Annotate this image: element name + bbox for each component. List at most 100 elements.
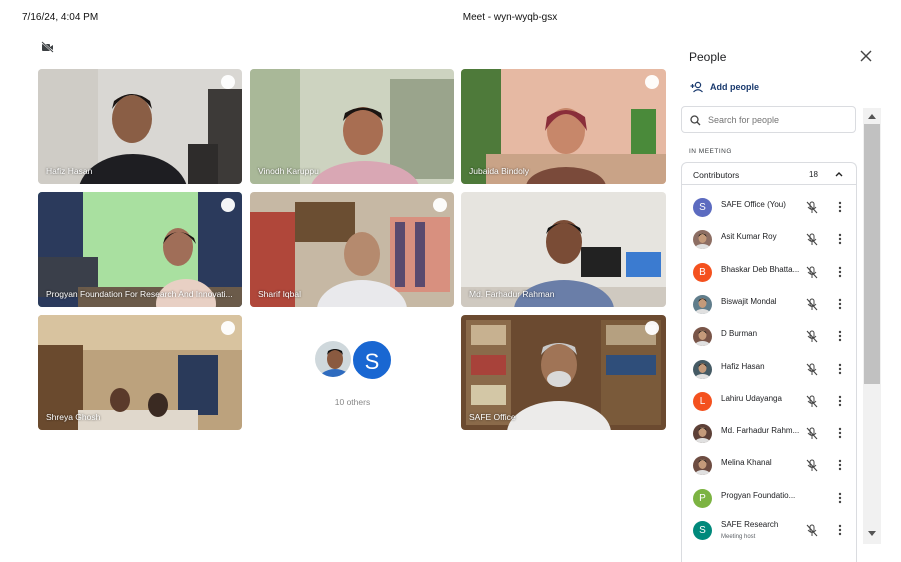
- more-vert-icon[interactable]: [837, 201, 843, 213]
- scroll-thumb[interactable]: [864, 124, 880, 384]
- participant-row[interactable]: P Progyan Foundatio...: [682, 483, 856, 515]
- avatar: [693, 456, 712, 476]
- participant-row[interactable]: S SAFE Research Meeting host: [682, 515, 856, 547]
- participants-list: Contributors 18 S SAFE Office (You) Asit K…: [681, 162, 857, 562]
- contributors-group-header[interactable]: Contributors 18: [682, 163, 856, 185]
- mic-off-icon[interactable]: [806, 201, 818, 214]
- participant-name: Md. Farhadur Rahm...: [721, 426, 800, 436]
- more-options-icon[interactable]: [221, 198, 235, 212]
- avatar: [693, 359, 712, 379]
- more-vert-icon[interactable]: [837, 459, 843, 471]
- video-tile[interactable]: SAFE Office: [461, 315, 666, 430]
- participant-name: Biswajit Mondal: [721, 296, 777, 306]
- participant-name: D Burman: [721, 329, 758, 339]
- avatar: [313, 339, 353, 379]
- window-title: Meet - wyn-wyqb-gsx: [462, 12, 558, 23]
- group-count: 18: [809, 170, 818, 179]
- avatar: P: [693, 488, 712, 508]
- mic-off-icon[interactable]: [806, 266, 818, 279]
- more-vert-icon[interactable]: [837, 233, 843, 245]
- participant-row[interactable]: D Burman: [682, 321, 856, 353]
- scroll-up-icon[interactable]: [867, 112, 877, 120]
- more-vert-icon[interactable]: [837, 330, 843, 342]
- participant-name: Melina Khanal: [721, 458, 772, 468]
- add-people-label: Add people: [710, 82, 759, 92]
- section-label: IN MEETING: [689, 148, 732, 155]
- avatar: S: [693, 198, 712, 217]
- avatar: [693, 294, 712, 314]
- participant-name: Hafiz Hasan: [721, 361, 765, 371]
- participant-name: Sharif Iqbal: [258, 289, 301, 299]
- more-options-icon[interactable]: [221, 321, 235, 335]
- participant-name: Bhaskar Deb Bhatta...: [721, 264, 800, 274]
- participant-name: Jubaida Bindoly: [469, 166, 530, 176]
- participant-name: SAFE Office: [469, 412, 516, 422]
- more-options-icon[interactable]: [433, 198, 447, 212]
- avatar: [693, 230, 712, 250]
- participant-row[interactable]: Melina Khanal: [682, 450, 856, 482]
- video-tile[interactable]: Shreya Ghosh: [38, 315, 242, 430]
- more-vert-icon[interactable]: [837, 427, 843, 439]
- more-vert-icon[interactable]: [837, 492, 843, 504]
- video-tile[interactable]: Hafiz Hasan: [38, 69, 242, 184]
- search-field[interactable]: [681, 106, 856, 133]
- group-label: Contributors: [693, 170, 740, 180]
- avatar: L: [693, 391, 712, 411]
- mic-off-icon[interactable]: [806, 233, 818, 246]
- mic-off-icon[interactable]: [806, 298, 818, 311]
- avatar: [693, 424, 712, 444]
- participant-row[interactable]: Biswajit Mondal: [682, 289, 856, 321]
- participant-name: Md. Farhadur Rahman: [469, 289, 555, 299]
- mic-off-icon[interactable]: [806, 427, 818, 440]
- others-tile[interactable]: S 10 others: [250, 315, 455, 430]
- mic-off-icon[interactable]: [806, 330, 818, 343]
- search-input[interactable]: [708, 113, 848, 127]
- participant-name: Progyan Foundatio...: [721, 490, 796, 500]
- participant-row[interactable]: Asit Kumar Roy: [682, 224, 856, 256]
- more-options-icon[interactable]: [645, 75, 659, 89]
- mic-off-icon[interactable]: [806, 459, 818, 472]
- more-vert-icon[interactable]: [837, 524, 843, 536]
- scroll-down-icon[interactable]: [867, 530, 877, 538]
- participant-name: SAFE Research: [721, 520, 779, 529]
- add-people-button[interactable]: Add people: [690, 79, 759, 95]
- mic-off-icon[interactable]: [806, 524, 818, 537]
- more-vert-icon[interactable]: [837, 298, 843, 310]
- participant-name: Asit Kumar Roy: [721, 232, 777, 242]
- video-tile[interactable]: Sharif Iqbal: [250, 192, 454, 307]
- more-options-icon[interactable]: [645, 321, 659, 335]
- participant-role: Meeting host: [721, 534, 756, 540]
- panel-title: People: [689, 50, 727, 64]
- participant-row[interactable]: Hafiz Hasan: [682, 354, 856, 386]
- mic-off-icon[interactable]: [806, 395, 818, 408]
- video-tile[interactable]: Progyan Foundation For Research And Inno…: [38, 192, 242, 307]
- chevron-up-icon[interactable]: [834, 169, 844, 179]
- participant-row[interactable]: S SAFE Office (You): [682, 192, 856, 224]
- more-vert-icon[interactable]: [837, 395, 843, 407]
- top-bar: 7/16/24, 4:04 PM Meet - wyn-wyqb-gsx: [0, 0, 901, 34]
- camera-off-icon[interactable]: [41, 41, 54, 53]
- avatar: B: [693, 262, 712, 282]
- video-tile[interactable]: Jubaida Bindoly: [461, 69, 666, 184]
- avatar: S: [693, 521, 712, 540]
- participant-row[interactable]: Md. Farhadur Rahm...: [682, 418, 856, 450]
- scrollbar[interactable]: [863, 108, 881, 544]
- participant-row[interactable]: L Lahiru Udayanga: [682, 386, 856, 418]
- more-options-icon[interactable]: [221, 75, 235, 89]
- more-vert-icon[interactable]: [837, 363, 843, 375]
- video-tile[interactable]: Vinodh Karuppu: [250, 69, 454, 184]
- avatar: [693, 327, 712, 347]
- participant-row[interactable]: B Bhaskar Deb Bhatta...: [682, 257, 856, 289]
- close-icon[interactable]: [859, 49, 873, 63]
- others-count: 10 others: [334, 397, 371, 407]
- participant-name: Progyan Foundation For Research And Inno…: [46, 289, 233, 299]
- video-tile[interactable]: Md. Farhadur Rahman: [461, 192, 666, 307]
- participant-name: Lahiru Udayanga: [721, 393, 782, 403]
- participant-name: Vinodh Karuppu: [258, 166, 319, 176]
- search-icon: [690, 115, 701, 126]
- mic-off-icon[interactable]: [806, 363, 818, 376]
- more-vert-icon[interactable]: [837, 266, 843, 278]
- participant-name: Hafiz Hasan: [46, 166, 93, 176]
- participant-name: SAFE Office (You): [721, 200, 786, 209]
- people-panel: People Add people IN MEETING Contributor…: [676, 36, 886, 562]
